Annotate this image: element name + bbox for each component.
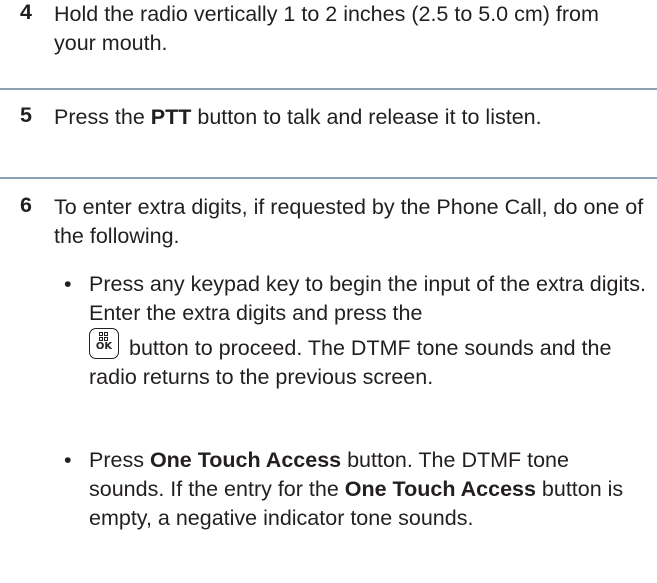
divider xyxy=(0,88,657,90)
bullet-1-text-post: button to proceed. The DTMF tone sounds … xyxy=(89,336,612,389)
step-number: 4 xyxy=(20,0,32,24)
one-touch-access-label: One Touch Access xyxy=(149,448,342,472)
step-number: 6 xyxy=(20,193,32,217)
step-4-text: Hold the radio vertically 1 to 2 inches … xyxy=(54,2,599,55)
step-text: Hold the radio vertically 1 to 2 inches … xyxy=(54,0,624,58)
bullet-marker: • xyxy=(64,272,72,296)
step-6-text: To enter extra digits, if requested by t… xyxy=(54,195,644,248)
bullet-2-text-1: Press xyxy=(89,448,150,472)
divider xyxy=(0,177,657,179)
ptt-label: PTT xyxy=(150,105,192,129)
bullet-text: Press One Touch Access button. The DTMF … xyxy=(89,446,634,533)
bullet-text: Press any keypad key to begin the input … xyxy=(89,270,649,392)
bullet-1-text-pre: Press any keypad key to begin the input … xyxy=(89,272,646,325)
step-text: Press the PTT button to talk and release… xyxy=(54,103,624,132)
one-touch-access-label: One Touch Access xyxy=(344,477,536,501)
step-5-text-pre: Press the xyxy=(54,105,151,129)
step-number: 5 xyxy=(20,103,32,127)
step-5-text-post: button to talk and release it to listen. xyxy=(191,105,542,129)
step-text: To enter extra digits, if requested by t… xyxy=(54,193,654,251)
ok-icon-label: OK xyxy=(95,341,113,352)
bullet-marker: • xyxy=(64,448,72,472)
menu-ok-button-icon: OK xyxy=(89,328,119,359)
